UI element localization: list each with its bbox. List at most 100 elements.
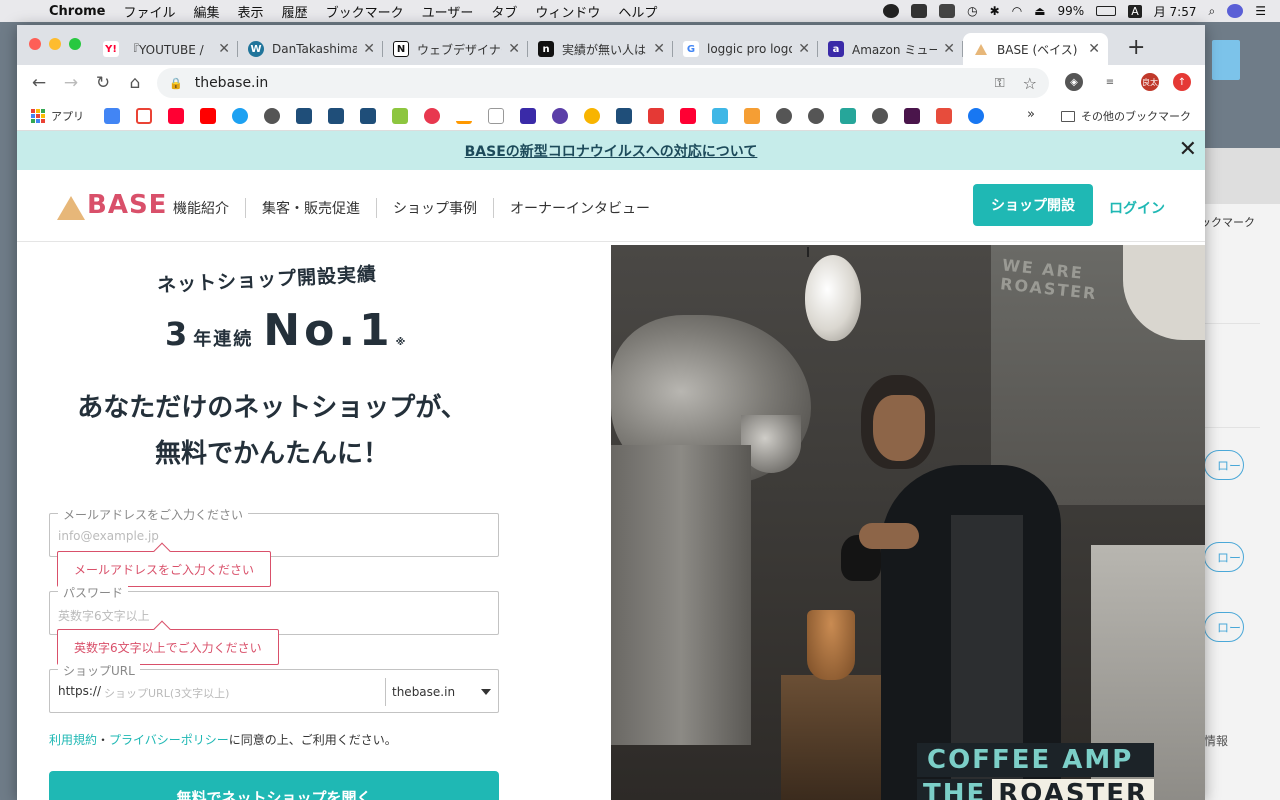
- menu-tab[interactable]: タブ: [482, 2, 526, 21]
- nav-cases[interactable]: ショップ事例: [377, 198, 494, 218]
- base-logo[interactable]: BASE: [57, 190, 167, 220]
- bookmarks-overflow-icon[interactable]: »: [1027, 107, 1035, 122]
- display-icon[interactable]: [939, 4, 956, 18]
- domain-select[interactable]: thebase.in: [385, 678, 497, 706]
- nav-interviews[interactable]: オーナーインタビュー: [494, 198, 666, 218]
- paypay-icon[interactable]: [680, 107, 696, 124]
- globe-icon[interactable]: [776, 107, 792, 124]
- base-top-icon[interactable]: [360, 107, 376, 124]
- reading-list-icon[interactable]: ≡: [1101, 73, 1119, 91]
- shop-url-field[interactable]: ショップURL https:// ショップURL(3文字以上) thebase.…: [49, 662, 499, 713]
- battery-percent[interactable]: 99%: [1058, 4, 1085, 18]
- bookmark-star-icon[interactable]: ☆: [1023, 74, 1037, 93]
- close-banner-icon[interactable]: ✕: [1179, 137, 1197, 162]
- other-bookmarks[interactable]: その他のブックマーク: [1061, 108, 1191, 124]
- background-follow-button[interactable]: ロー: [1204, 542, 1244, 572]
- globe-icon[interactable]: [808, 107, 824, 124]
- submit-signup-button[interactable]: 無料でネットショップを開く: [49, 771, 499, 800]
- n-icon[interactable]: [392, 107, 408, 124]
- triangle-icon[interactable]: [712, 107, 728, 124]
- extension-puzzle-icon[interactable]: ◈: [1065, 73, 1083, 91]
- reload-icon[interactable]: ↻: [87, 73, 119, 93]
- base-top-icon[interactable]: [328, 107, 344, 124]
- tab-close-icon[interactable]: ✕: [798, 41, 810, 57]
- globe-icon[interactable]: [264, 107, 280, 124]
- desktop-folder-icon[interactable]: [1212, 40, 1240, 80]
- tab-youtube[interactable]: Y! 『YOUTUBE / ✕: [93, 33, 238, 65]
- tab-base-active[interactable]: BASE (ベイス) ✕: [963, 33, 1108, 65]
- tab-close-icon[interactable]: ✕: [653, 41, 665, 57]
- address-bar[interactable]: 🔒 thebase.in ⚿ ☆: [157, 68, 1049, 98]
- wikipedia-icon[interactable]: [488, 107, 504, 124]
- menu-file[interactable]: ファイル: [115, 2, 185, 21]
- nav-features[interactable]: 機能紹介: [173, 198, 246, 218]
- background-follow-button[interactable]: ロー: [1204, 450, 1244, 480]
- close-window-button[interactable]: [29, 38, 41, 50]
- tab-close-icon[interactable]: ✕: [363, 41, 375, 57]
- bird2-icon[interactable]: [936, 107, 952, 124]
- notification-center-icon[interactable]: ☰: [1255, 4, 1266, 18]
- slack-icon[interactable]: [904, 107, 920, 124]
- globe-icon[interactable]: [872, 107, 888, 124]
- back-icon[interactable]: ←: [23, 73, 55, 93]
- gmail-icon[interactable]: [136, 107, 152, 124]
- eject-icon[interactable]: ⏏: [1034, 4, 1045, 18]
- menu-help[interactable]: ヘルプ: [609, 2, 666, 21]
- battery-icon[interactable]: [1096, 6, 1117, 16]
- login-link[interactable]: ログイン: [1109, 198, 1165, 218]
- bookmark-apps[interactable]: アプリ: [31, 108, 84, 124]
- input-mode-icon[interactable]: A: [1128, 4, 1142, 18]
- lock-icon[interactable]: 🔒: [169, 77, 183, 90]
- siri-icon[interactable]: [1227, 4, 1244, 18]
- chart-icon[interactable]: [520, 107, 536, 124]
- menu-view[interactable]: 表示: [229, 2, 273, 21]
- clock[interactable]: 月 7:57: [1154, 3, 1197, 20]
- new-tab-icon[interactable]: +: [1127, 35, 1145, 60]
- minimize-window-button[interactable]: [49, 38, 61, 50]
- twitter-icon[interactable]: [232, 107, 248, 124]
- menu-window[interactable]: ウィンドウ: [526, 2, 609, 21]
- tab-close-icon[interactable]: ✕: [943, 41, 955, 57]
- background-follow-button[interactable]: ロー: [1204, 612, 1244, 642]
- tab-amazon-music[interactable]: a Amazon ミュー ✕: [818, 33, 963, 65]
- f-icon[interactable]: [968, 107, 984, 124]
- zoom-window-button[interactable]: [69, 38, 81, 50]
- home-icon[interactable]: ⌂: [119, 73, 151, 93]
- tab-close-icon[interactable]: ✕: [508, 41, 520, 57]
- youtube-icon[interactable]: [200, 107, 216, 124]
- update-icon[interactable]: ↑: [1173, 73, 1191, 91]
- tab-note[interactable]: n 実績が無い人は ✕: [528, 33, 673, 65]
- base-top-icon[interactable]: [616, 107, 632, 124]
- tab-close-icon[interactable]: ✕: [1088, 41, 1100, 57]
- flower-icon[interactable]: [424, 107, 440, 124]
- password-key-icon[interactable]: ⚿: [995, 76, 1005, 91]
- menu-bookmarks[interactable]: ブックマーク: [317, 2, 413, 21]
- terms-link[interactable]: 利用規約: [49, 733, 97, 747]
- spotlight-icon[interactable]: ⌕: [1209, 4, 1216, 19]
- timer-icon[interactable]: [584, 107, 600, 124]
- menu-edit[interactable]: 編集: [185, 2, 229, 21]
- bluetooth-icon[interactable]: ✱: [990, 4, 1000, 18]
- nav-marketing[interactable]: 集客・販売促進: [246, 198, 377, 218]
- red-box-icon[interactable]: [648, 107, 664, 124]
- amazon-icon[interactable]: [456, 107, 472, 124]
- menu-user[interactable]: ユーザー: [413, 2, 483, 21]
- open-shop-button[interactable]: ショップ開設: [973, 184, 1093, 226]
- forward-icon[interactable]: →: [55, 73, 87, 93]
- tab-web-designer[interactable]: N ウェブデザイナー ✕: [383, 33, 528, 65]
- bird-icon[interactable]: [840, 107, 856, 124]
- calendar-icon[interactable]: [104, 107, 120, 124]
- box-icon[interactable]: [744, 107, 760, 124]
- wifi-icon[interactable]: ◠: [1012, 4, 1022, 18]
- sns-icon[interactable]: [296, 107, 312, 124]
- privacy-link[interactable]: プライバシーポリシー: [109, 733, 229, 747]
- covid-notice-link[interactable]: BASEの新型コロナウイルスへの対応について: [465, 141, 758, 161]
- menu-history[interactable]: 履歴: [273, 2, 317, 21]
- tab-dantakashima[interactable]: W DanTakashima ✕: [238, 33, 383, 65]
- line-icon[interactable]: [883, 4, 900, 18]
- profile-avatar[interactable]: 良太: [1141, 73, 1159, 91]
- tab-close-icon[interactable]: ✕: [218, 41, 230, 57]
- circle-icon[interactable]: [552, 107, 568, 124]
- docker-icon[interactable]: [911, 4, 928, 18]
- tab-google-search[interactable]: G loggic pro logo ✕: [673, 33, 818, 65]
